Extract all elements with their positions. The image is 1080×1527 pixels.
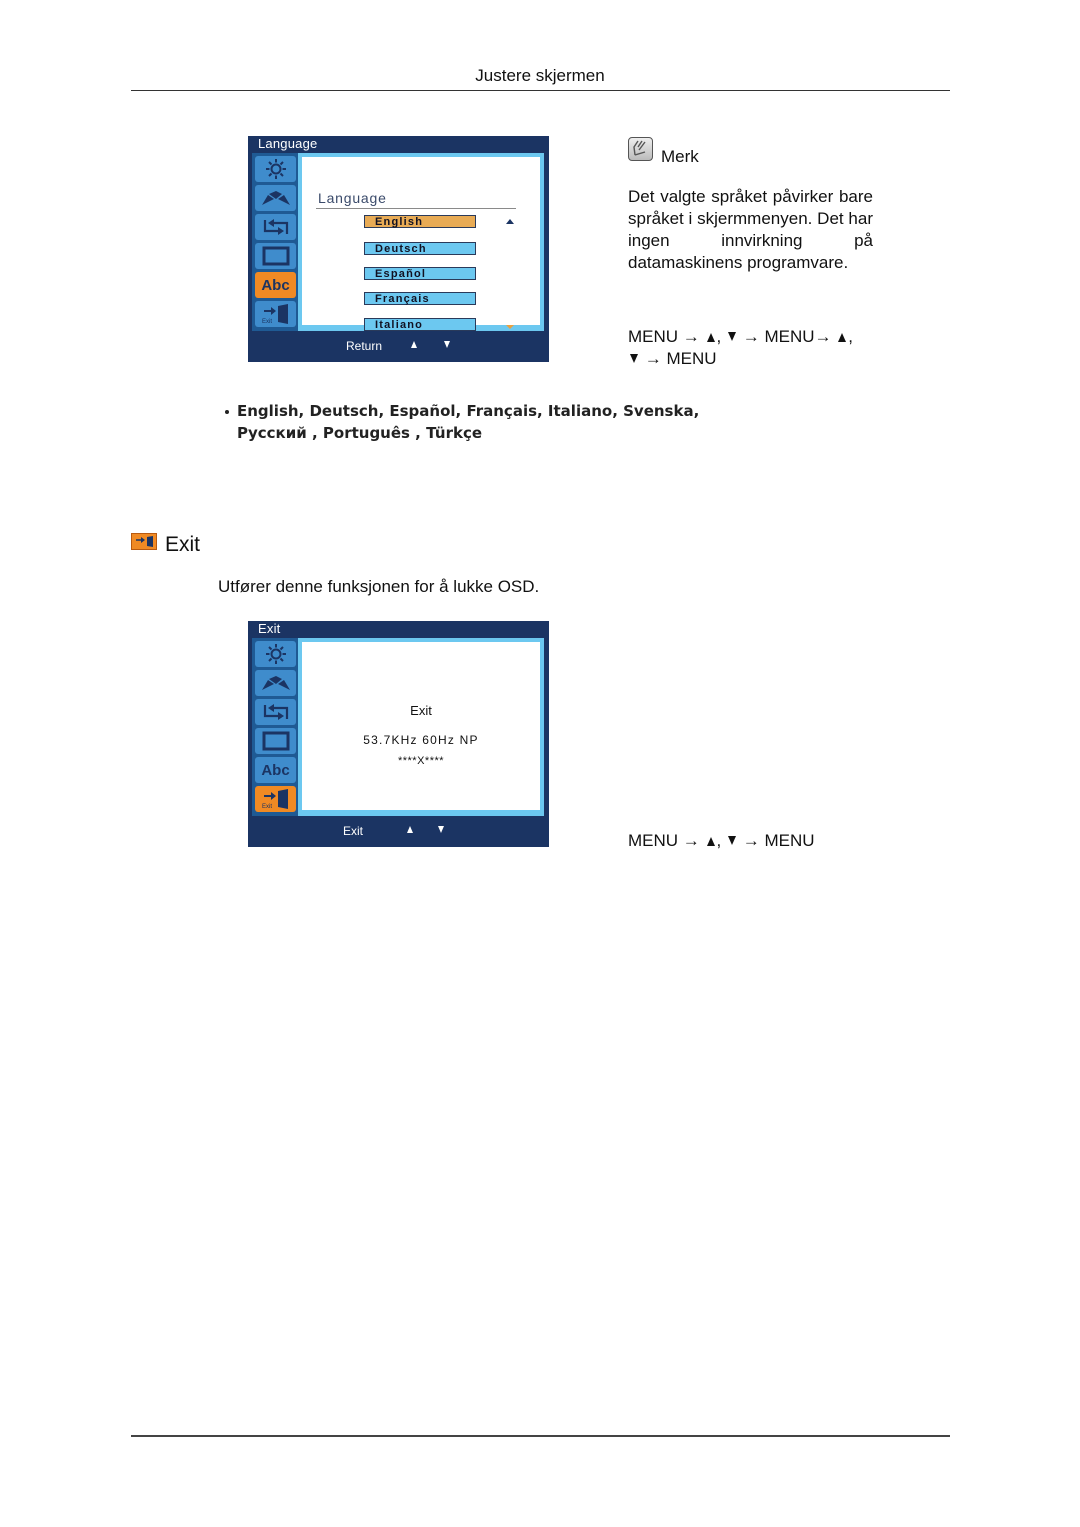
color-icon	[255, 670, 296, 696]
exit-icon: Exit	[255, 301, 296, 327]
menu-key: MENU	[764, 831, 815, 850]
arrow: →	[742, 327, 760, 346]
arrow: →	[682, 831, 700, 850]
menu-key: MENU	[764, 327, 815, 346]
osd-title: Exit	[258, 621, 281, 636]
note-text: Det valgte språket påvirker bare språket…	[628, 187, 873, 272]
exit-menu-path: MENU → , → MENU	[628, 830, 815, 852]
language-icon-label: Abc	[261, 276, 290, 294]
language-heading: Language	[318, 190, 387, 206]
supported-languages-list: English, Deutsch, Español, Français, Ita…	[225, 400, 699, 444]
down-arrow-icon	[438, 826, 444, 833]
note-title: Merk	[661, 147, 699, 166]
exit-position-indicator: ****X****	[397, 755, 445, 767]
osd-content: Language English Deutsch Español Françai…	[302, 157, 540, 331]
exit-section-title: Exit	[165, 533, 201, 556]
note-icon	[628, 137, 653, 161]
brightness-icon	[255, 641, 296, 667]
down-key-icon	[728, 332, 736, 341]
exit-icon: Exit	[255, 786, 296, 812]
language-heading-rule	[316, 208, 516, 209]
up-arrow-icon	[407, 826, 413, 833]
language-icon: Abc	[255, 272, 296, 298]
language-option-deutsch[interactable]: Deutsch	[364, 242, 476, 255]
language-option-english[interactable]: English	[364, 215, 476, 228]
language-list-text-1: English, Deutsch, Español, Français, Ita…	[237, 402, 700, 420]
size-position-icon	[255, 728, 296, 754]
osd-bottom-bar: Return	[248, 331, 549, 362]
exit-section-icon	[131, 533, 157, 550]
language-icon-label: Abc	[261, 761, 290, 779]
arrow: →	[814, 327, 832, 346]
comma: ,	[716, 327, 722, 346]
language-option-espanol[interactable]: Español	[364, 267, 476, 280]
brightness-icon	[255, 156, 296, 182]
osd-sidebar: Abc Exit	[252, 153, 298, 331]
scroll-up-icon[interactable]	[506, 219, 514, 224]
down-arrow-icon	[444, 341, 450, 348]
osd-content-frame: Exit 53.7KHz 60Hz NP ****X****	[298, 638, 544, 816]
up-key-icon	[706, 837, 715, 846]
arrow: →	[644, 349, 662, 368]
exit-osd-screenshot: Exit Abc Exit Exit 53.7KHz 60Hz NP ****X…	[248, 621, 549, 847]
bullet-icon	[225, 409, 229, 414]
header-divider	[131, 90, 950, 91]
language-list-line-2: Русский , Português , Türkçe	[225, 422, 699, 444]
osd-bottom-bar: Exit	[248, 816, 549, 847]
exit-description: Utfører denne funksjonen for å lukke OSD…	[218, 577, 540, 596]
up-arrow-icon	[411, 341, 417, 348]
language-icon: Abc	[255, 757, 296, 783]
osd-sidebar: Abc Exit	[252, 638, 298, 816]
menu-key: MENU	[628, 831, 679, 850]
osd-return-label: Return	[346, 339, 383, 353]
language-option-francais[interactable]: Français	[364, 292, 476, 305]
page-header-title: Justere skjermen	[475, 66, 605, 85]
language-osd-screenshot: Language Abc Exit Language English Deuts…	[248, 136, 549, 362]
language-list-line-1: English, Deutsch, Español, Français, Ita…	[225, 400, 699, 422]
svg-text:Exit: Exit	[262, 319, 272, 325]
menu-key: MENU	[628, 327, 679, 346]
language-list-text-2: Русский , Português , Türkçe	[237, 424, 483, 442]
down-key-icon	[728, 836, 736, 845]
footer-divider	[131, 1435, 950, 1437]
color-icon	[255, 185, 296, 211]
osd-exit-label: Exit	[343, 824, 364, 838]
arrow: →	[742, 831, 760, 850]
arrow: →	[682, 327, 700, 346]
language-menu-path: MENU → , → MENU→ , → MENU	[628, 326, 888, 370]
language-option-italiano[interactable]: Italiano	[364, 318, 476, 331]
up-key-icon	[706, 333, 715, 342]
size-position-icon	[255, 243, 296, 269]
osd-title: Language	[258, 136, 318, 151]
svg-text:Exit: Exit	[262, 804, 272, 810]
up-key-icon	[838, 333, 847, 342]
exit-content-title: Exit	[410, 703, 432, 718]
exit-frequency: 53.7KHz 60Hz NP	[363, 733, 479, 747]
scroll-down-icon[interactable]	[506, 325, 514, 329]
osd-content-frame: Language English Deutsch Español Françai…	[298, 153, 544, 331]
note-body: Det valgte språket påvirker bare språket…	[628, 186, 873, 274]
image-setup-icon	[255, 214, 296, 240]
osd-content: Exit 53.7KHz 60Hz NP ****X****	[302, 642, 540, 810]
comma: ,	[716, 831, 722, 850]
comma: ,	[848, 327, 853, 346]
down-key-icon	[630, 354, 638, 363]
image-setup-icon	[255, 699, 296, 725]
menu-key: MENU	[666, 349, 717, 368]
